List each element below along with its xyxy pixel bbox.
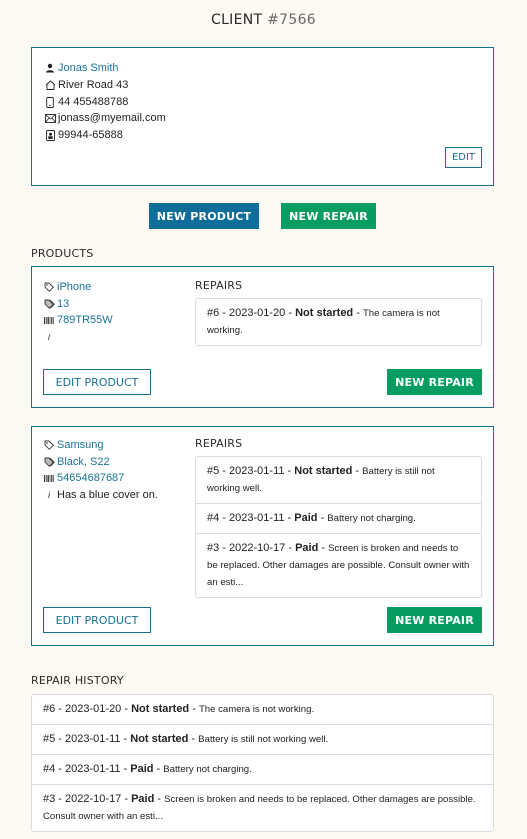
tags-icon [43, 299, 55, 309]
client-number: #7566 [267, 12, 316, 28]
product-card: Samsung Black, S22 54654687687 i Has a b… [31, 426, 494, 646]
product-repairs-label: REPAIRS [195, 437, 243, 450]
history-item[interactable]: #5 - 2023-01-11 - Not started - Battery … [32, 725, 493, 755]
repair-description: Battery not charging. [163, 764, 252, 775]
product-model-row: Black, S22 [43, 455, 110, 469]
repair-id: #4 [43, 763, 56, 775]
product-serial-link[interactable]: 54654687687 [57, 472, 124, 484]
repair-status: Paid [130, 763, 154, 775]
tag-icon [43, 282, 55, 292]
home-icon [44, 80, 56, 90]
product-repairs-label: REPAIRS [195, 279, 243, 292]
repair-description: Battery is still not working well. [198, 734, 329, 745]
repair-date: 2023-01-20 [65, 703, 122, 715]
repair-id: #3 [43, 793, 56, 805]
product-model-link[interactable]: Black, S22 [57, 456, 110, 468]
edit-client-button[interactable]: EDIT [445, 147, 482, 168]
product-note-row: i [43, 330, 57, 344]
repair-id: #3 [207, 542, 220, 554]
product-note: Has a blue cover on. [57, 489, 158, 501]
tag-icon [43, 440, 55, 450]
client-address-row: River Road 43 [44, 78, 128, 92]
client-address: River Road 43 [58, 79, 129, 91]
repair-date: 2022-10-17 [65, 793, 122, 805]
repair-item[interactable]: #6 - 2023-01-20 - Not started - The came… [196, 299, 481, 345]
repair-item[interactable]: #4 - 2023-01-11 - Paid - Battery not cha… [196, 504, 481, 534]
person-icon [44, 63, 56, 73]
edit-product-button[interactable]: EDIT PRODUCT [43, 369, 151, 395]
title-prefix: CLIENT [211, 12, 263, 28]
product-brand-link[interactable]: Samsung [57, 439, 103, 451]
repair-id: #5 [207, 465, 220, 477]
product-model-row: 13 [43, 297, 69, 311]
page-title: CLIENT #7566 [0, 12, 527, 28]
product-repair-list: #6 - 2023-01-20 - Not started - The came… [195, 298, 482, 346]
repair-id: #6 [207, 307, 220, 319]
client-name-row: Jonas Smith [44, 61, 119, 75]
product-model-link[interactable]: 13 [57, 298, 69, 310]
repair-id: #6 [43, 703, 56, 715]
product-serial-row: 54654687687 [43, 471, 124, 485]
client-id-number: 99944-65888 [58, 129, 123, 141]
product-note-row: i Has a blue cover on. [43, 488, 158, 502]
repair-date: 2023-01-11 [229, 465, 285, 477]
history-item[interactable]: #6 - 2023-01-20 - Not started - The came… [32, 695, 493, 725]
repair-description: Battery not charging. [327, 513, 416, 524]
repair-item[interactable]: #5 - 2023-01-11 - Not started - Battery … [196, 457, 481, 504]
barcode-icon [43, 316, 55, 324]
repair-date: 2023-01-11 [65, 763, 121, 775]
product-serial-link[interactable]: 789TR55W [57, 314, 113, 326]
client-phone: 44 455488788 [58, 96, 129, 108]
mail-icon [44, 113, 56, 123]
repair-date: 2023-01-11 [229, 512, 285, 524]
tags-icon [43, 457, 55, 467]
repair-status: Not started [295, 307, 354, 319]
id-card-icon [44, 129, 56, 141]
repair-status: Paid [295, 542, 319, 554]
client-phone-row: 44 455488788 [44, 95, 128, 109]
repair-id: #4 [207, 512, 220, 524]
client-id-row: 99944-65888 [44, 128, 123, 142]
product-new-repair-button[interactable]: NEW REPAIR [387, 607, 482, 633]
repair-status: Not started [130, 733, 189, 745]
repair-history-label: REPAIR HISTORY [31, 674, 124, 687]
edit-product-button[interactable]: EDIT PRODUCT [43, 607, 151, 633]
product-brand-row: iPhone [43, 280, 91, 294]
product-repair-list: #5 - 2023-01-11 - Not started - Battery … [195, 456, 482, 598]
barcode-icon [43, 474, 55, 482]
repair-description: The camera is not working. [198, 704, 315, 715]
client-card: Jonas Smith River Road 43 44 455488788 j… [31, 47, 494, 186]
repair-date: 2023-01-20 [229, 307, 286, 319]
product-brand-link[interactable]: iPhone [57, 281, 91, 293]
history-item[interactable]: #3 - 2022-10-17 - Paid - Screen is broke… [32, 785, 493, 831]
client-email: jonass@myemail.com [58, 112, 166, 124]
repair-date: 2022-10-17 [229, 542, 286, 554]
product-card: iPhone 13 789TR55W i REPAIRS #6 - 2023-0… [31, 266, 494, 408]
info-icon: i [48, 332, 50, 342]
repair-id: #5 [43, 733, 56, 745]
product-new-repair-button[interactable]: NEW REPAIR [387, 369, 482, 395]
phone-icon [44, 96, 56, 108]
product-brand-row: Samsung [43, 438, 103, 452]
history-item[interactable]: #4 - 2023-01-11 - Paid - Battery not cha… [32, 755, 493, 785]
repair-status: Not started [294, 465, 353, 477]
client-email-row: jonass@myemail.com [44, 111, 166, 125]
repair-item[interactable]: #3 - 2022-10-17 - Paid - Screen is broke… [196, 534, 481, 597]
products-section-label: PRODUCTS [31, 247, 94, 260]
repair-status: Paid [131, 793, 155, 805]
product-serial-row: 789TR55W [43, 313, 113, 327]
repair-history-list: #6 - 2023-01-20 - Not started - The came… [31, 694, 494, 832]
info-icon: i [48, 490, 50, 500]
new-product-button[interactable]: NEW PRODUCT [149, 203, 259, 229]
repair-status: Paid [294, 512, 318, 524]
repair-status: Not started [131, 703, 190, 715]
client-name-link[interactable]: Jonas Smith [58, 62, 119, 74]
repair-date: 2023-01-11 [65, 733, 121, 745]
new-repair-button[interactable]: NEW REPAIR [281, 203, 376, 229]
